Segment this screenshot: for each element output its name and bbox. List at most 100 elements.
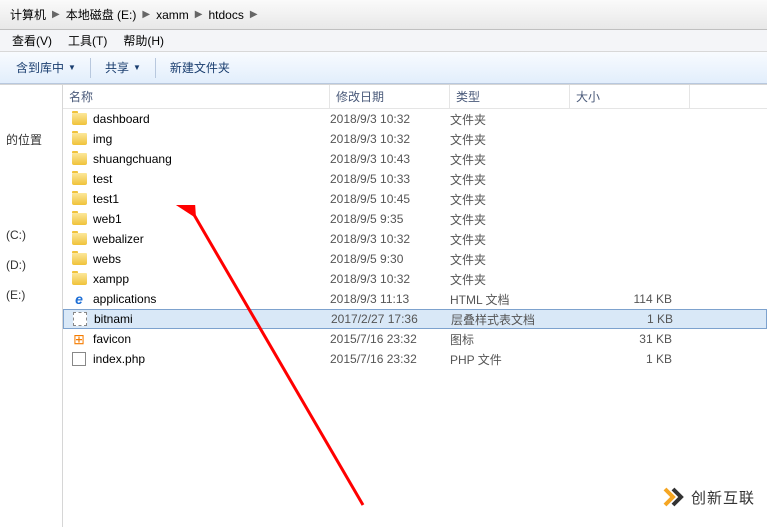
menu-tools[interactable]: 工具(T) (60, 30, 115, 51)
file-name: test (93, 172, 112, 186)
fav-icon (71, 331, 87, 347)
folder-icon (71, 131, 87, 147)
sidebar-item[interactable]: 的位置 (4, 123, 58, 156)
file-row[interactable]: webalizer2018/9/3 10:32文件夹 (63, 229, 767, 249)
file-row[interactable]: img 2018/9/3 10:32文件夹 (63, 129, 767, 149)
address-bar: 计算机 ▶ 本地磁盘 (E:) ▶ xamm ▶ htdocs ▶ (0, 0, 767, 30)
file-type: HTML 文档 (450, 291, 570, 308)
file-row[interactable]: dashboard2018/9/3 10:32文件夹 (63, 109, 767, 129)
menu-help[interactable]: 帮助(H) (115, 30, 172, 51)
file-name: webalizer (93, 232, 144, 246)
file-row[interactable]: bitnami 2017/2/27 17:36层叠样式表文档1 KB (63, 309, 767, 329)
include-in-library-button[interactable]: 含到库中▼ (8, 56, 84, 79)
chevron-right-icon[interactable]: ▶ (52, 9, 60, 20)
file-row[interactable]: applications 2018/9/3 11:13HTML 文档114 KB (63, 289, 767, 309)
file-type: 文件夹 (450, 171, 570, 188)
file-row[interactable]: test2018/9/5 10:33文件夹 (63, 169, 767, 189)
folder-icon (71, 251, 87, 267)
file-date: 2018/9/3 10:43 (330, 152, 450, 166)
folder-icon (71, 171, 87, 187)
breadcrumb-item[interactable]: 本地磁盘 (E:) (62, 4, 141, 26)
file-date: 2018/9/3 10:32 (330, 132, 450, 146)
file-date: 2018/9/3 11:13 (330, 292, 450, 306)
file-name: applications (93, 292, 156, 306)
chevron-right-icon[interactable]: ▶ (250, 9, 258, 20)
sidebar-item[interactable]: (E:) (4, 280, 58, 310)
file-name: web1 (93, 212, 122, 226)
breadcrumb-item[interactable]: htdocs (204, 4, 247, 26)
separator (155, 58, 156, 78)
column-size[interactable]: 大小 (570, 85, 690, 108)
share-button[interactable]: 共享▼ (97, 56, 149, 79)
chevron-down-icon: ▼ (133, 63, 141, 72)
breadcrumb-item[interactable]: 计算机 (6, 4, 50, 26)
file-name: shuangchuang (93, 152, 172, 166)
sidebar-item[interactable] (4, 188, 58, 204)
watermark: 创新互联 (661, 485, 755, 509)
column-name[interactable]: 名称 (63, 85, 330, 108)
file-date: 2018/9/3 10:32 (330, 112, 450, 126)
file-row[interactable]: index.php 2015/7/16 23:32PHP 文件1 KB (63, 349, 767, 369)
file-name: test1 (93, 192, 119, 206)
file-date: 2017/2/27 17:36 (331, 312, 451, 326)
file-name: dashboard (93, 112, 150, 126)
sidebar-item[interactable]: (D:) (4, 250, 58, 280)
file-type: 文件夹 (450, 131, 570, 148)
folder-icon (71, 211, 87, 227)
column-date[interactable]: 修改日期 (330, 85, 450, 108)
file-date: 2015/7/16 23:32 (330, 352, 450, 366)
column-type[interactable]: 类型 (450, 85, 570, 108)
file-type: 层叠样式表文档 (451, 311, 571, 328)
file-size: 1 KB (571, 312, 691, 326)
sidebar-item[interactable] (4, 204, 58, 220)
chevron-right-icon[interactable]: ▶ (142, 9, 150, 20)
file-type: 文件夹 (450, 231, 570, 248)
sidebar-item[interactable]: (C:) (4, 220, 58, 250)
folder-icon (71, 111, 87, 127)
folder-icon (71, 271, 87, 287)
file-date: 2015/7/16 23:32 (330, 332, 450, 346)
file-size: 114 KB (570, 292, 690, 306)
file-type: PHP 文件 (450, 351, 570, 368)
file-type: 文件夹 (450, 211, 570, 228)
file-name: index.php (93, 352, 145, 366)
sidebar-item[interactable] (4, 91, 58, 107)
css-icon (72, 311, 88, 327)
file-row[interactable]: favicon2015/7/16 23:32图标31 KB (63, 329, 767, 349)
file-size: 1 KB (570, 352, 690, 366)
chevron-right-icon[interactable]: ▶ (195, 9, 203, 20)
new-folder-button[interactable]: 新建文件夹 (162, 56, 238, 79)
toolbar: 含到库中▼ 共享▼ 新建文件夹 (0, 52, 767, 84)
sidebar-item[interactable] (4, 172, 58, 188)
breadcrumb-item[interactable]: xamm (152, 4, 193, 26)
folder-icon (71, 231, 87, 247)
separator (90, 58, 91, 78)
file-row[interactable]: web12018/9/5 9:35文件夹 (63, 209, 767, 229)
watermark-logo-icon (661, 485, 685, 509)
file-date: 2018/9/5 9:30 (330, 252, 450, 266)
file-row[interactable]: test1 2018/9/5 10:45文件夹 (63, 189, 767, 209)
folder-icon (71, 151, 87, 167)
sidebar-item[interactable] (4, 107, 58, 123)
file-type: 文件夹 (450, 191, 570, 208)
folder-icon (71, 191, 87, 207)
file-name: img (93, 132, 112, 146)
file-name: xampp (93, 272, 129, 286)
sidebar-item[interactable] (4, 156, 58, 172)
file-date: 2018/9/3 10:32 (330, 272, 450, 286)
file-name: webs (93, 252, 121, 266)
php-icon (71, 351, 87, 367)
file-row[interactable]: shuangchuang 2018/9/3 10:43文件夹 (63, 149, 767, 169)
file-size: 31 KB (570, 332, 690, 346)
file-row[interactable]: webs2018/9/5 9:30文件夹 (63, 249, 767, 269)
file-type: 图标 (450, 331, 570, 348)
file-list: 名称 修改日期 类型 大小 dashboard2018/9/3 10:32文件夹… (63, 84, 767, 527)
ie-icon (71, 291, 87, 307)
file-name: bitnami (94, 312, 133, 326)
file-type: 文件夹 (450, 271, 570, 288)
file-row[interactable]: xampp 2018/9/3 10:32文件夹 (63, 269, 767, 289)
watermark-text: 创新互联 (691, 487, 755, 508)
file-date: 2018/9/5 10:45 (330, 192, 450, 206)
file-type: 文件夹 (450, 151, 570, 168)
menu-view[interactable]: 查看(V) (4, 30, 60, 51)
